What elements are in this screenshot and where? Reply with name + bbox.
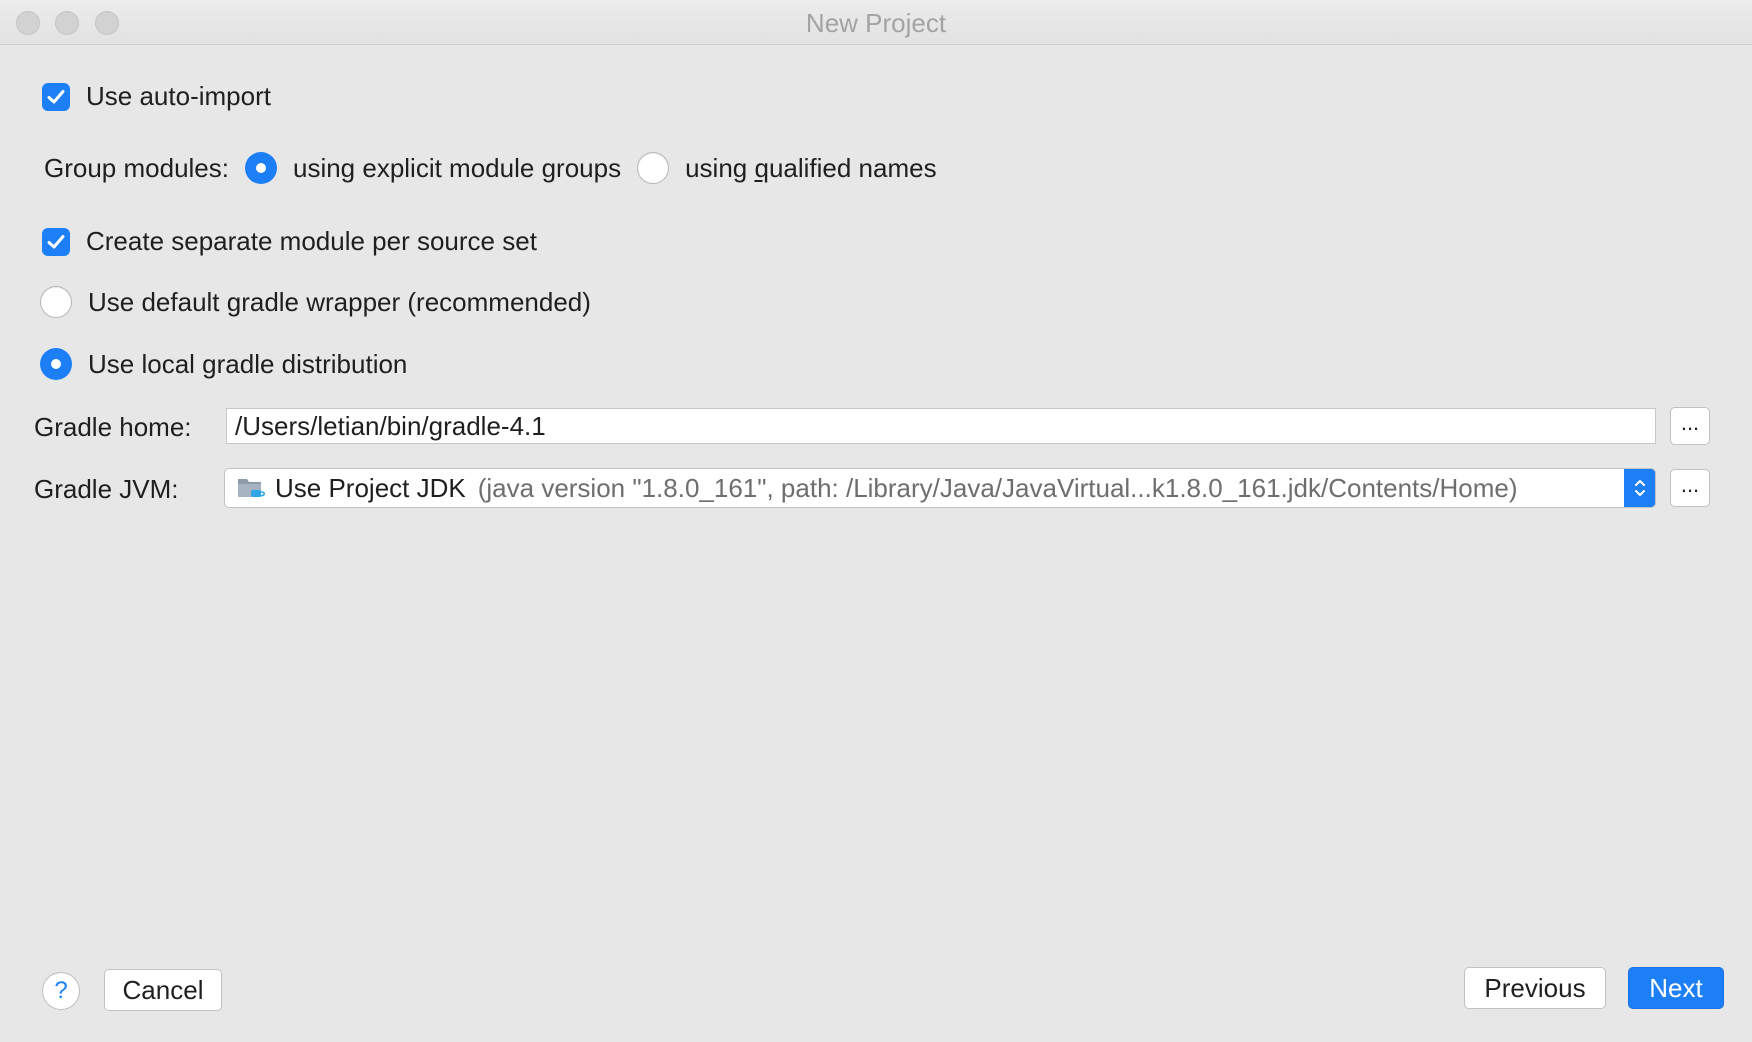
gradle-home-input[interactable]: /Users/letian/bin/gradle-4.1 (226, 408, 1656, 444)
next-button[interactable]: Next (1628, 967, 1724, 1009)
separate-module-checkbox[interactable] (42, 227, 70, 256)
auto-import-option[interactable]: Use auto-import (42, 81, 271, 112)
local-distribution-label: Use local gradle distribution (88, 348, 408, 379)
chevron-up-down-icon[interactable] (1624, 469, 1655, 507)
gradle-jvm-label: Gradle JVM: (34, 474, 179, 504)
new-project-dialog: New Project Use auto-import Group module… (0, 0, 1752, 1042)
cancel-button[interactable]: Cancel (104, 969, 222, 1011)
checkmark-icon (47, 89, 65, 103)
explicit-groups-label[interactable]: using explicit module groups (293, 153, 621, 184)
local-distribution-radio[interactable] (40, 348, 72, 380)
qualified-names-radio[interactable] (637, 152, 670, 184)
gradle-jvm-selected: Use Project JDK (275, 472, 466, 503)
checkmark-icon (47, 234, 65, 248)
default-wrapper-option[interactable]: Use default gradle wrapper (recommended) (40, 286, 591, 318)
group-modules-row: Group modules: using explicit module gro… (44, 152, 937, 184)
gradle-jvm-select[interactable]: Use Project JDK (java version "1.8.0_161… (224, 468, 1656, 508)
gradle-home-browse-button[interactable]: ... (1670, 407, 1710, 445)
group-modules-label: Group modules: (44, 152, 229, 183)
qualified-names-label[interactable]: using qualified names (685, 153, 937, 184)
previous-button[interactable]: Previous (1464, 967, 1606, 1009)
auto-import-checkbox[interactable] (42, 82, 70, 111)
gradle-home-label: Gradle home: (34, 412, 192, 442)
separate-module-label: Create separate module per source set (86, 226, 537, 256)
explicit-groups-radio[interactable] (244, 152, 277, 184)
gradle-jvm-detail: (java version "1.8.0_161", path: /Librar… (477, 472, 1518, 503)
auto-import-label: Use auto-import (86, 81, 271, 111)
separate-module-option[interactable]: Create separate module per source set (42, 226, 537, 257)
window-title: New Project (805, 8, 947, 38)
help-button[interactable]: ? (42, 972, 80, 1010)
default-wrapper-radio[interactable] (40, 286, 72, 318)
title-bar: New Project (0, 0, 1752, 45)
default-wrapper-label: Use default gradle wrapper (recommended) (88, 286, 591, 317)
gradle-jvm-browse-button[interactable]: ... (1670, 469, 1710, 507)
jdk-folder-icon (238, 479, 265, 497)
local-distribution-option[interactable]: Use local gradle distribution (40, 348, 407, 380)
